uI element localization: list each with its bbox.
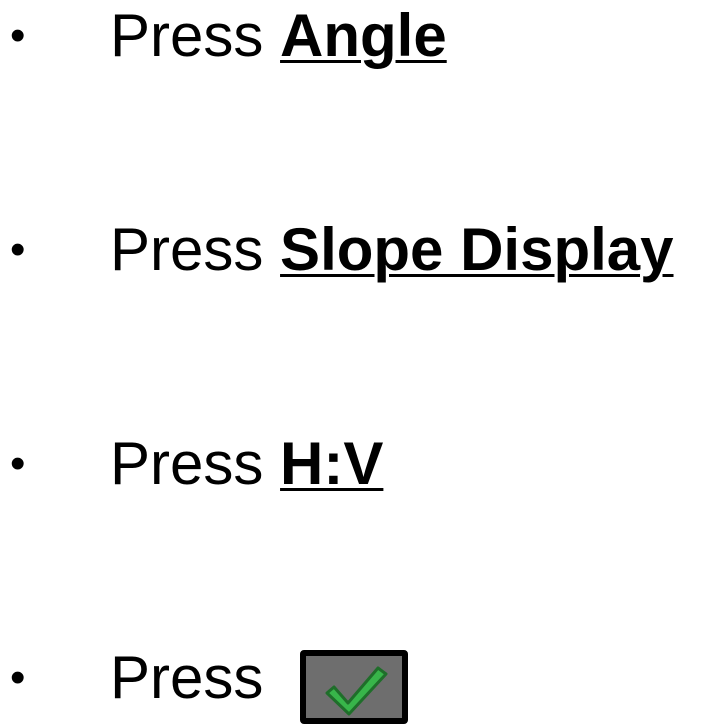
bullet: •	[10, 225, 26, 274]
step-verb: Press	[110, 216, 281, 283]
instruction-step-2: • Press Slope Display	[0, 210, 709, 290]
step-verb: Press	[110, 2, 281, 69]
bullet: •	[10, 653, 26, 702]
check-icon	[325, 666, 388, 716]
step-verb: Press	[110, 644, 264, 711]
instruction-step-4: • Press	[0, 638, 709, 724]
step-verb: Press	[110, 430, 281, 497]
confirm-button[interactable]	[300, 650, 408, 724]
instruction-step-3: • Press H:V	[0, 424, 709, 504]
hv-target: H:V	[280, 430, 384, 497]
step-line: Press Slope Display	[110, 210, 674, 290]
bullet: •	[10, 439, 26, 488]
step-line: Press Angle	[110, 0, 447, 76]
step-line: Press	[110, 638, 263, 718]
bullet: •	[10, 11, 26, 60]
step-line: Press H:V	[110, 424, 383, 504]
slope-display-target: Slope Display	[280, 216, 674, 283]
instruction-step-1: • Press Angle	[0, 0, 709, 76]
angle-target: Angle	[280, 2, 447, 69]
